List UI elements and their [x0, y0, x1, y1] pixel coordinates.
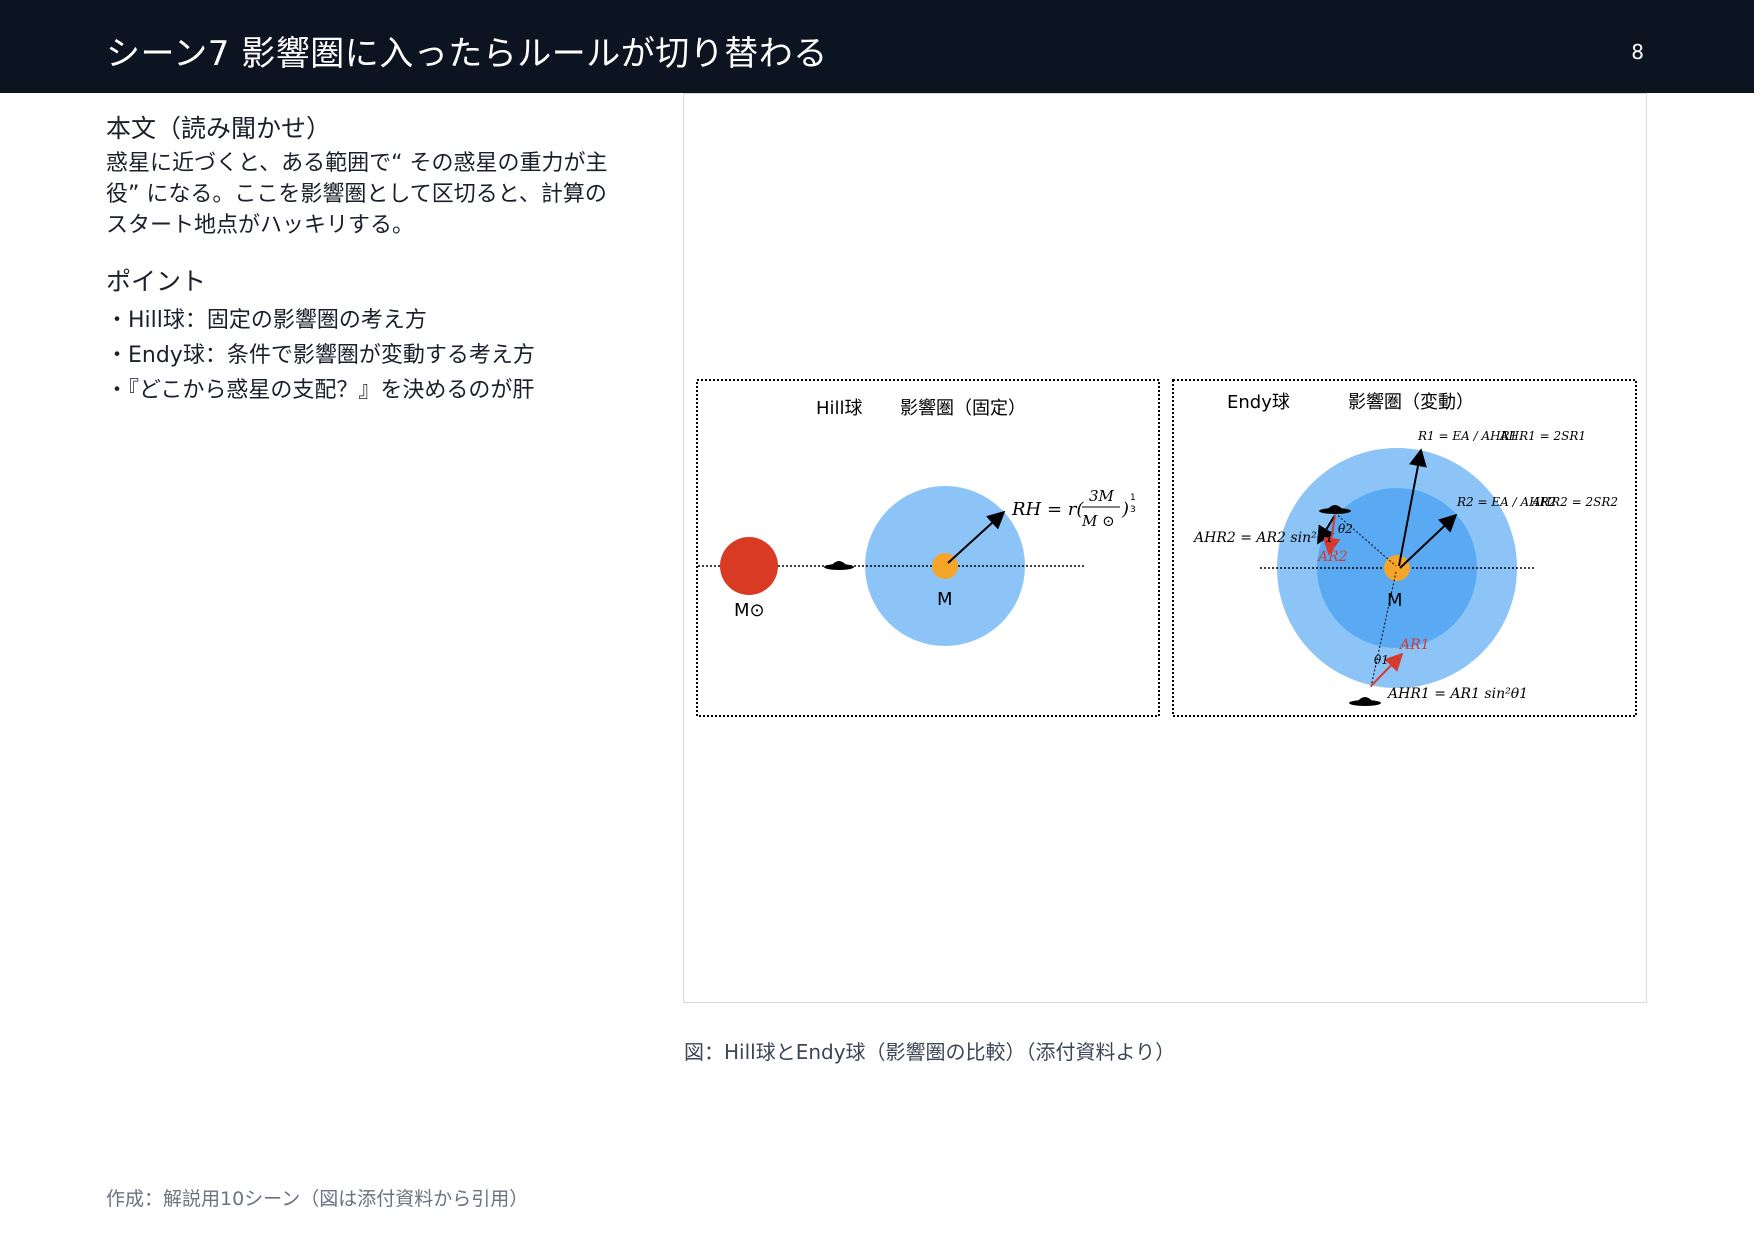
endy-title: Endy球 — [1227, 392, 1290, 413]
theta1-label: θ1 — [1374, 653, 1389, 667]
points-heading: ポイント — [106, 267, 207, 296]
footer-note: 作成：解説用10シーン（図は添付資料から引用） — [106, 1188, 529, 1210]
endy-planet-icon — [1384, 555, 1410, 581]
sun-label: M⊙ — [734, 600, 765, 621]
header-bar: シーン7 影響圏に入ったらルールが切り替わる 8 — [0, 0, 1754, 93]
body-text: 惑星に近づくと、ある範囲で“ その惑星の重力が主役” になる。ここを影響圏として… — [106, 151, 608, 238]
svg-text:3M: 3M — [1089, 487, 1115, 505]
point-item: ・Endy球：条件で影響圏が変動する考え方 — [106, 343, 535, 368]
svg-text:RH = r(: RH = r( — [1011, 499, 1084, 520]
spacecraft-bottom-icon — [1349, 697, 1381, 706]
theta2-label: θ2 — [1338, 522, 1353, 536]
hill-planet-label: M — [937, 589, 953, 610]
endy-subtitle: 影響圏（変動） — [1348, 392, 1474, 413]
figure-caption: 図：Hill球とEndy球（影響圏の比較）（添付資料より） — [684, 1040, 1176, 1064]
point-item: ・Hill球：固定の影響圏の考え方 — [106, 308, 427, 333]
hill-formula: RH = r( 3M M ⊙ ) 1 3 — [1011, 487, 1136, 530]
svg-text:3: 3 — [1130, 505, 1136, 515]
hill-panel: Hill球 影響圏（固定） M⊙ M RH = r( 3M M ⊙ ) 1 3 — [696, 379, 1160, 717]
page-number: 8 — [1631, 40, 1644, 64]
hill-subtitle: 影響圏（固定） — [900, 398, 1026, 419]
point-item: ・『どこから惑星の支配？』を決めるのが肝 — [106, 378, 535, 403]
sun-icon — [720, 537, 778, 595]
a-hr1-formula: AHR1 = AR1 sin²θ1 — [1386, 686, 1528, 702]
svg-text:): ) — [1121, 499, 1129, 520]
a-hr1-eq: AHR1 = 2SR1 — [1499, 429, 1586, 443]
sphere-diagram: Hill球 影響圏（固定） M⊙ M RH = r( 3M M ⊙ ) 1 3 — [696, 379, 1637, 717]
svg-text:1: 1 — [1130, 493, 1136, 503]
figure-frame: Hill球 影響圏（固定） M⊙ M RH = r( 3M M ⊙ ) 1 3 — [683, 93, 1647, 1003]
left-column: 本文（読み聞かせ） 惑星に近づくと、ある範囲で“ その惑星の重力が主役” になる… — [106, 112, 626, 408]
endy-panel: Endy球 影響圏（変動） M R1 = EA / AHR1 AHR1 = 2S… — [1172, 379, 1637, 717]
points-list: ・Hill球：固定の影響圏の考え方 ・Endy球：条件で影響圏が変動する考え方 … — [106, 303, 626, 408]
a-hr2-formula: AHR2 = AR2 sin²θ1 — [1192, 530, 1334, 546]
spacecraft-icon — [824, 561, 854, 570]
hill-title: Hill球 — [816, 398, 863, 419]
a-r2-label: AR2 — [1316, 549, 1348, 565]
svg-text:M ⊙: M ⊙ — [1081, 512, 1115, 530]
a-hr2-eq: AHR2 = 2SR2 — [1531, 495, 1618, 509]
a-r1-label: AR1 — [1398, 637, 1430, 653]
page-title: シーン7 影響圏に入ったらルールが切り替わる — [106, 34, 828, 74]
body-heading: 本文（読み聞かせ） — [106, 114, 332, 143]
